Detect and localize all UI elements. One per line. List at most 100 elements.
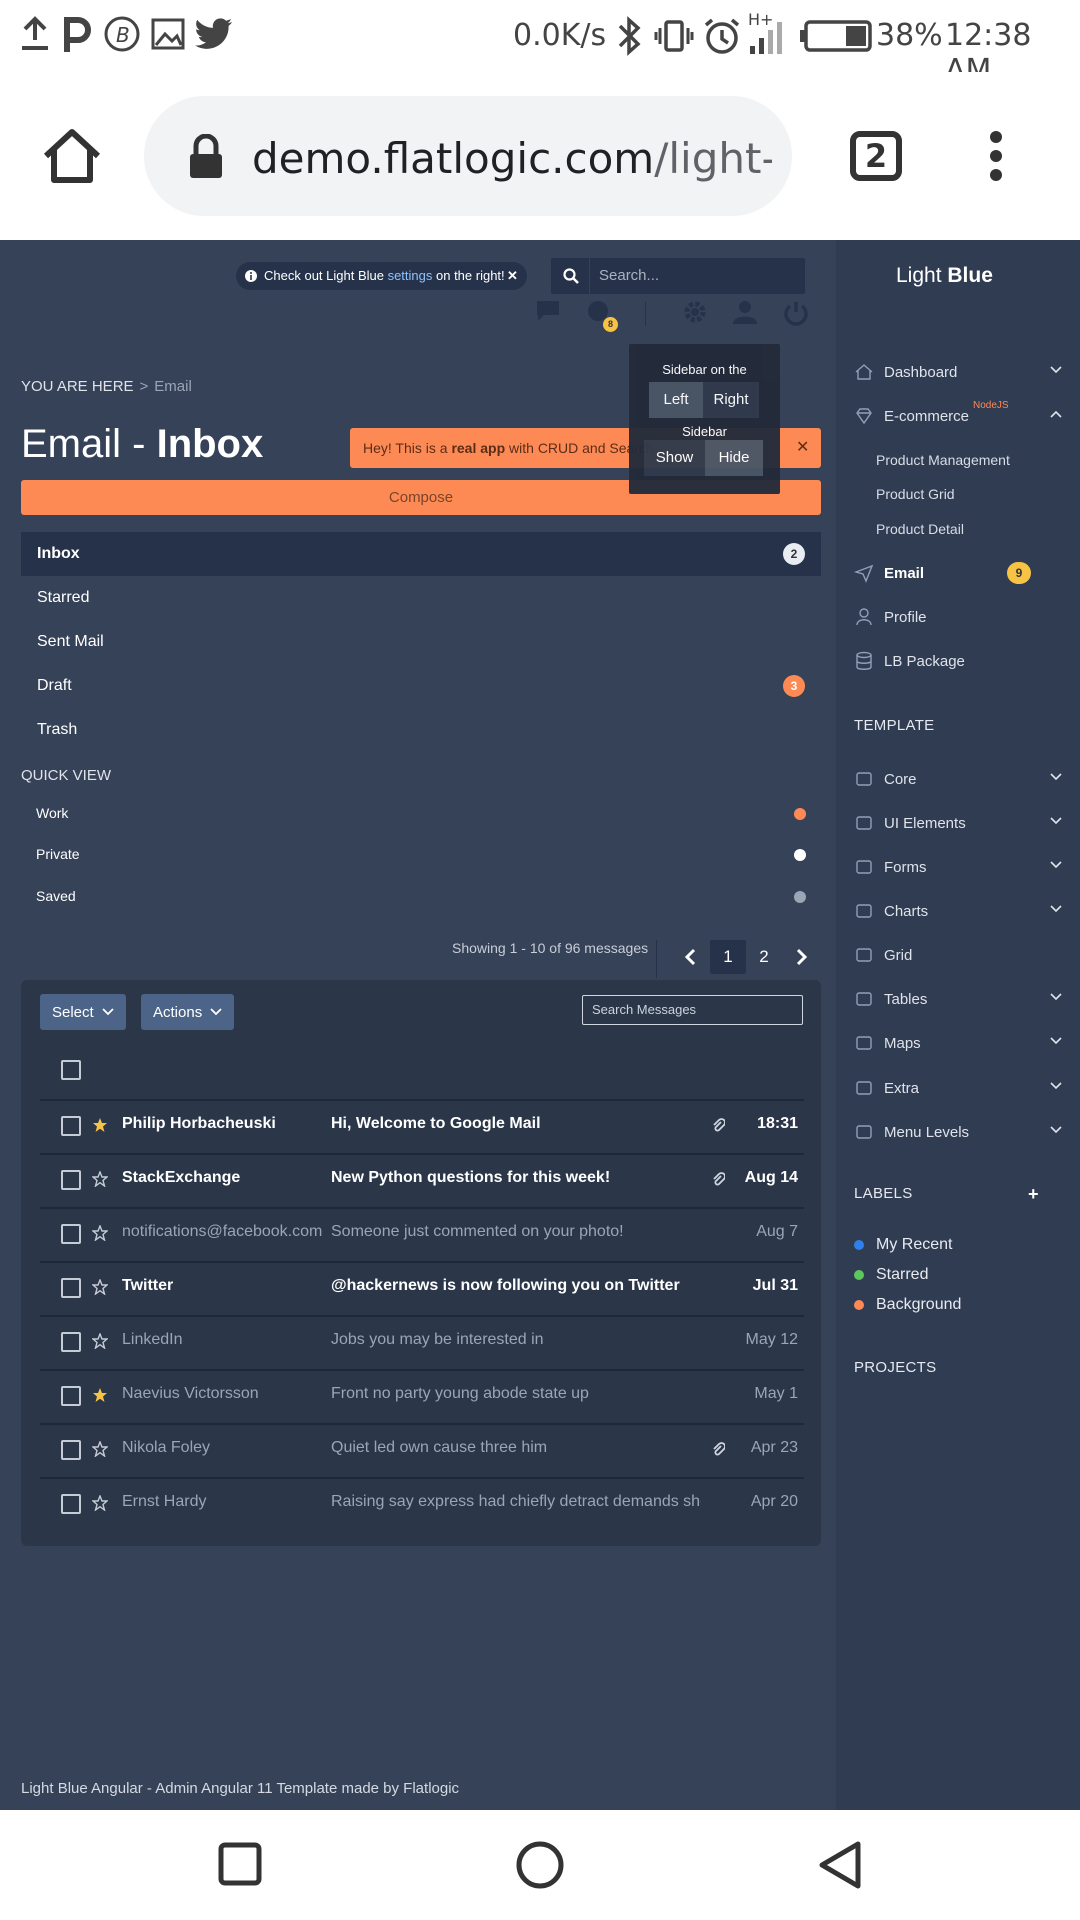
star-filled-icon[interactable] [92, 1387, 108, 1403]
sidebar-item-grid[interactable]: Grid [854, 937, 1072, 973]
search-messages-input[interactable]: Search Messages [582, 995, 803, 1025]
breadcrumb: YOU ARE HERE > Email [21, 378, 192, 395]
message-checkbox[interactable] [61, 1278, 81, 1298]
sidebar-item-ecommerce[interactable]: E-commerce NodeJS [854, 398, 1072, 434]
chevron-down-icon [1050, 773, 1062, 781]
label-my-recent[interactable]: My Recent [854, 1236, 952, 1254]
sidebar-item-ui-elements[interactable]: UI Elements [854, 805, 1072, 841]
sidebar-item-label: LB Package [884, 652, 965, 670]
message-checkbox[interactable] [61, 1494, 81, 1514]
home-icon[interactable] [42, 128, 102, 184]
star-outline-icon[interactable] [92, 1495, 108, 1511]
folder-inbox[interactable]: Inbox 2 [21, 532, 821, 576]
sidebar-item-tables[interactable]: Tables [854, 981, 1072, 1017]
message-checkbox[interactable] [61, 1224, 81, 1244]
message-sender: Philip Horbacheuski [122, 1115, 276, 1132]
message-date: 18:31 [757, 1115, 798, 1132]
sidebar-item-lb-package[interactable]: LB Package [854, 643, 1072, 679]
label-background[interactable]: Background [854, 1296, 961, 1314]
settings-gear-icon[interactable] [683, 300, 707, 324]
message-row[interactable]: notifications@facebook.com Someone just c… [40, 1207, 804, 1261]
select-dropdown[interactable]: Select [40, 994, 126, 1030]
messages-icon[interactable] [536, 300, 560, 322]
sidebar-item-label: Core [884, 770, 917, 788]
message-checkbox[interactable] [61, 1116, 81, 1136]
settings-hint-chip[interactable]: Check out Light Blue settings on the rig… [236, 262, 527, 290]
message-subject: Raising say express had chiefly detract … [331, 1493, 701, 1510]
star-outline-icon[interactable] [92, 1441, 108, 1457]
message-checkbox[interactable] [61, 1440, 81, 1460]
alert-close-icon[interactable]: ✕ [796, 428, 809, 468]
url-field[interactable]: demo.flatlogic.com/light-blu [144, 96, 792, 216]
next-page-icon[interactable] [796, 948, 808, 966]
back-icon[interactable] [816, 1840, 864, 1890]
message-row[interactable]: Philip Horbacheuski Hi, Welcome to Google… [40, 1099, 804, 1153]
message-row[interactable]: Nikola Foley Quiet led own cause three hi… [40, 1423, 804, 1477]
sidebar-subitem-product-management[interactable]: Product Management [876, 452, 1010, 468]
message-date: Apr 23 [750, 1439, 798, 1456]
sidebar-item-email[interactable]: Email 9 [854, 555, 1072, 591]
recent-apps-icon[interactable] [218, 1842, 262, 1886]
sidebar-item-profile[interactable]: Profile [854, 599, 1072, 635]
star-outline-icon[interactable] [92, 1279, 108, 1295]
message-subject: Hi, Welcome to Google Mail [331, 1115, 541, 1132]
prev-page-icon[interactable] [684, 948, 696, 966]
upload-icon [18, 16, 52, 52]
sidebar-item-label: Dashboard [884, 363, 958, 381]
twitter-icon [194, 16, 234, 52]
message-row[interactable]: StackExchange New Python questions for th… [40, 1153, 804, 1207]
select-all-checkbox[interactable] [61, 1060, 81, 1080]
close-hint-icon[interactable]: ✕ [507, 262, 518, 290]
brand-logo[interactable]: Light Blue [896, 264, 993, 288]
message-checkbox[interactable] [61, 1386, 81, 1406]
message-sender: Nikola Foley [122, 1439, 211, 1456]
folder-trash[interactable]: Trash [21, 708, 821, 752]
star-outline-icon[interactable] [92, 1225, 108, 1241]
quick-view-saved[interactable]: Saved [36, 888, 76, 904]
breadcrumb-root[interactable]: YOU ARE HERE [21, 378, 134, 395]
add-label-icon[interactable]: + [1028, 1184, 1039, 1205]
message-checkbox[interactable] [61, 1170, 81, 1190]
folder-draft[interactable]: Draft 3 [21, 664, 821, 708]
folder-starred[interactable]: Starred [21, 576, 821, 620]
chevron-up-icon [1050, 410, 1062, 418]
message-row[interactable]: LinkedIn Jobs you may be interested in May… [40, 1315, 804, 1369]
message-row[interactable]: Twitter @hackernews is now following you … [40, 1261, 804, 1315]
sidebar-item-charts[interactable]: Charts [854, 893, 1072, 929]
message-checkbox[interactable] [61, 1332, 81, 1352]
sidebar-hide-button[interactable]: Hide [705, 440, 763, 476]
power-icon[interactable] [783, 300, 809, 326]
sidebar-right-button[interactable]: Right [703, 382, 759, 418]
label-text: Starred [876, 1266, 929, 1283]
message-sender: Twitter [122, 1277, 174, 1294]
user-icon[interactable] [733, 300, 757, 324]
sidebar-item-maps[interactable]: Maps [854, 1025, 1072, 1061]
file-icon [856, 860, 872, 874]
sidebar-subitem-product-detail[interactable]: Product Detail [876, 521, 964, 537]
message-row[interactable]: Ernst Hardy Raising say express had chief… [40, 1477, 804, 1531]
quick-view-work[interactable]: Work [36, 805, 68, 821]
star-filled-icon[interactable] [92, 1117, 108, 1133]
star-outline-icon[interactable] [92, 1171, 108, 1187]
star-outline-icon[interactable] [92, 1333, 108, 1349]
folder-sent-mail[interactable]: Sent Mail [21, 620, 821, 664]
settings-hint-link[interactable]: settings [388, 268, 433, 283]
tab-switcher-button[interactable]: 2 [850, 131, 902, 181]
sidebar-subitem-product-grid[interactable]: Product Grid [876, 486, 955, 502]
sidebar-item-menu-levels[interactable]: Menu Levels [854, 1114, 1072, 1150]
message-row[interactable]: Naevius Victorsson Front no party young a… [40, 1369, 804, 1423]
page-1-button[interactable]: 1 [710, 940, 746, 974]
sidebar-item-extra[interactable]: Extra [854, 1070, 1072, 1106]
label-starred[interactable]: Starred [854, 1266, 928, 1284]
quick-view-private[interactable]: Private [36, 846, 80, 862]
sidebar-item-dashboard[interactable]: Dashboard [854, 354, 1072, 390]
sidebar-show-button[interactable]: Show [644, 440, 705, 476]
actions-dropdown[interactable]: Actions [141, 994, 235, 1030]
page-2-button[interactable]: 2 [746, 940, 782, 974]
home-circle-icon[interactable] [515, 1840, 565, 1890]
sidebar-left-button[interactable]: Left [649, 382, 703, 418]
sidebar-item-forms[interactable]: Forms [854, 849, 1072, 885]
more-menu-icon[interactable] [988, 130, 1004, 182]
global-search[interactable]: Search... [551, 258, 805, 294]
sidebar-item-core[interactable]: Core [854, 761, 1072, 797]
